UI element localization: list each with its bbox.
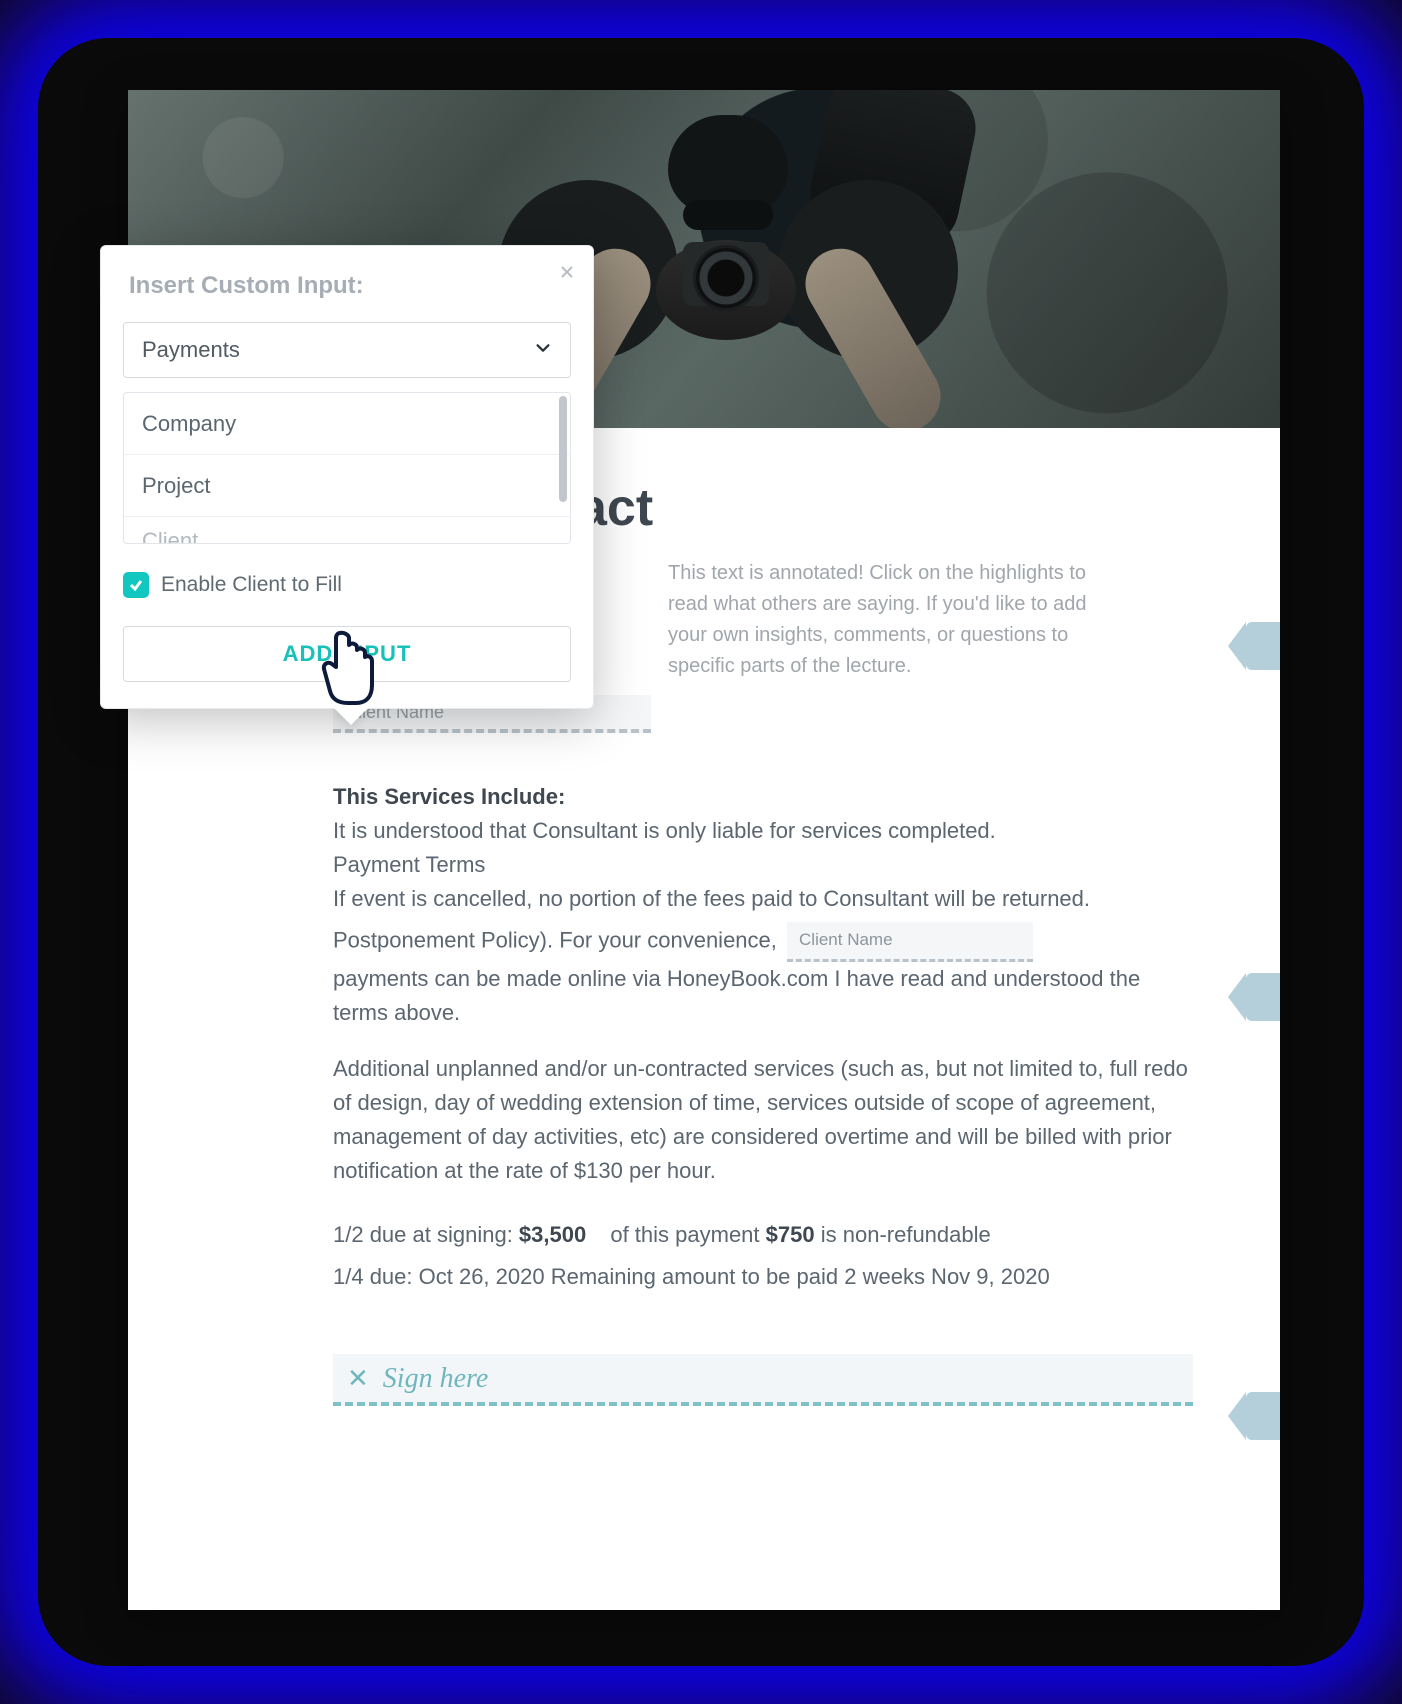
scrollbar-thumb[interactable]	[559, 396, 567, 502]
comment-marker-3[interactable]	[1246, 1392, 1280, 1440]
signature-placeholder: Sign here	[383, 1357, 489, 1400]
pointer-cursor-icon	[314, 627, 378, 707]
field-category-select[interactable]: Payments	[123, 322, 571, 378]
line-cancel: If event is cancelled, no portion of the…	[333, 882, 1193, 916]
comment-marker-2[interactable]	[1246, 973, 1280, 1021]
line-payment-terms: Payment Terms	[333, 848, 1193, 882]
select-value: Payments	[142, 337, 240, 363]
enable-client-fill-checkbox[interactable]	[123, 572, 149, 598]
client-name-field-inline[interactable]: Client Name	[787, 922, 1033, 961]
enable-client-fill-row[interactable]: Enable Client to Fill	[101, 544, 593, 608]
contract-content: This Services Include: It is understood …	[333, 780, 1193, 1406]
chevron-down-icon	[534, 337, 552, 363]
enable-client-fill-label: Enable Client to Fill	[161, 573, 342, 597]
signature-x-icon: ✕	[347, 1358, 369, 1398]
close-icon	[559, 264, 575, 280]
payment-row-1: 1/2 due at signing: $3,500 of this payme…	[333, 1218, 1193, 1252]
option-project[interactable]: Project	[124, 455, 570, 517]
postpone-text-a: Postponement Policy). For your convenien…	[333, 928, 783, 953]
overtime-paragraph: Additional unplanned and/or un-contracte…	[333, 1052, 1193, 1188]
signature-field[interactable]: ✕ Sign here	[333, 1354, 1193, 1406]
field-option-list[interactable]: Company Project Client	[123, 392, 571, 544]
annotation-hint: This text is annotated! Click on the hig…	[668, 558, 1088, 682]
line-postpone: Postponement Policy). For your convenien…	[333, 922, 1193, 961]
popover-close-button[interactable]	[559, 260, 575, 286]
line-liable: It is understood that Consultant is only…	[333, 814, 1193, 848]
option-client[interactable]: Client	[124, 517, 570, 544]
postpone-text-b: payments can be made online via HoneyBoo…	[333, 962, 1193, 1030]
amount-nonrefundable: $750	[766, 1222, 815, 1247]
popover-title: Insert Custom Input:	[101, 246, 593, 314]
amount-signing: $3,500	[519, 1222, 586, 1247]
services-heading: This Services Include:	[333, 780, 1193, 814]
option-company[interactable]: Company	[124, 393, 570, 455]
check-icon	[128, 577, 144, 593]
comment-marker-1[interactable]	[1246, 622, 1280, 670]
payment-row-2: 1/4 due: Oct 26, 2020 Remaining amount t…	[333, 1260, 1193, 1294]
